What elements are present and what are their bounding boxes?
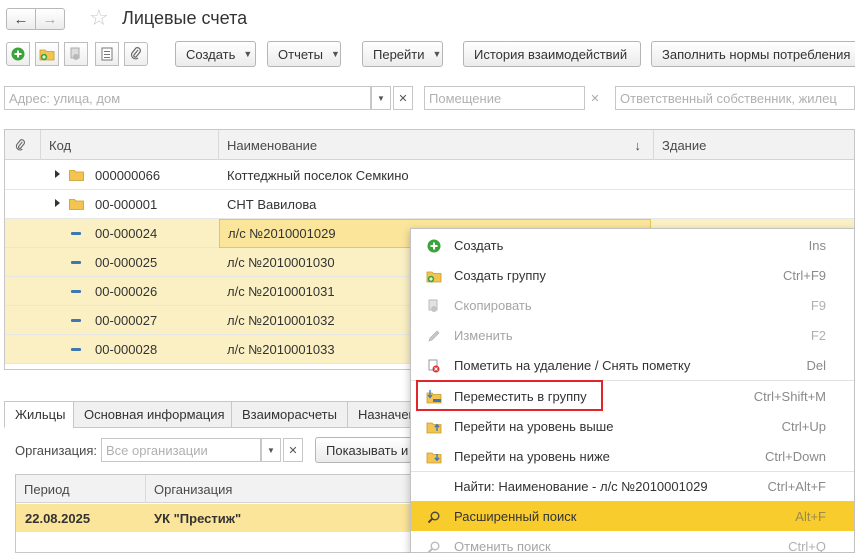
create-group-button[interactable]: [35, 42, 59, 66]
tab-main-info[interactable]: Основная информация: [73, 401, 236, 428]
row-code: 00-000025: [95, 255, 158, 270]
paperclip-icon: [130, 47, 141, 60]
menu-item-level-down[interactable]: Перейти на уровень ниже Ctrl+Down: [411, 441, 854, 471]
arrow-right-icon: →: [42, 10, 58, 28]
organization-label: Организация:: [15, 443, 98, 458]
table-header: Код Наименование ↓ Здание: [5, 130, 854, 160]
arrow-left-icon: ←: [13, 10, 29, 28]
search-icon: [426, 509, 442, 525]
menu-item-copy[interactable]: Скопировать F9: [411, 290, 854, 320]
create-menu-button[interactable]: Создать ▼: [175, 41, 256, 67]
row-period: 22.08.2025: [25, 510, 91, 526]
menu-item-cancel-search[interactable]: Отменить поиск Ctrl+Q: [411, 531, 854, 552]
pencil-icon: [426, 328, 442, 344]
row-code: 00-000001: [95, 197, 158, 212]
row-code: 00-000026: [95, 284, 158, 299]
copy-icon: [70, 47, 80, 60]
organization-clear-button[interactable]: ✕: [283, 438, 303, 462]
history-button[interactable]: История взаимодействий: [463, 41, 641, 67]
list-icon: [101, 47, 113, 61]
menu-item-create[interactable]: Создать Ins: [411, 230, 854, 260]
sort-desc-icon: ↓: [634, 137, 642, 153]
organization-filter-input[interactable]: Все организации: [101, 438, 261, 462]
account-item-icon: [71, 232, 81, 235]
menu-item-mark-delete[interactable]: Пометить на удаление / Снять пометку Del: [411, 350, 854, 380]
goto-menu-button[interactable]: Перейти ▼: [362, 41, 443, 67]
menu-item-edit[interactable]: Изменить F2: [411, 320, 854, 350]
row-code: 00-000028: [95, 342, 158, 357]
expand-arrow-icon[interactable]: [55, 199, 60, 207]
page-title: Лицевые счета: [122, 8, 248, 28]
row-code: 00-000024: [95, 226, 158, 241]
fill-norms-button[interactable]: Заполнить нормы потребления: [651, 41, 855, 67]
folder-plus-icon: [426, 268, 442, 284]
create-button[interactable]: [6, 42, 30, 66]
building-column-header[interactable]: Здание: [654, 130, 854, 160]
row-name: СНТ Вавилова: [227, 197, 317, 212]
menu-item-level-up[interactable]: Перейти на уровень выше Ctrl+Up: [411, 411, 854, 441]
folder-icon: [69, 199, 84, 210]
period-column-header[interactable]: Период: [16, 475, 146, 503]
folder-up-icon: [426, 419, 442, 435]
forward-button[interactable]: →: [35, 8, 65, 30]
row-org: УК "Престиж": [154, 510, 242, 526]
room-clear-button[interactable]: ✕: [585, 86, 605, 110]
attachment-column-header[interactable]: [5, 130, 41, 160]
caret-down-icon: ▼: [267, 445, 275, 455]
table-row[interactable]: 00-000001 СНТ Вавилова: [5, 190, 854, 219]
address-clear-button[interactable]: ✕: [393, 86, 413, 110]
list-button[interactable]: [95, 42, 119, 66]
show-button[interactable]: Показывать и: [315, 437, 425, 463]
paperclip-icon: [15, 138, 25, 150]
copy-button[interactable]: [64, 42, 88, 66]
cancel-search-icon: [426, 539, 442, 552]
plus-circle-icon: [426, 238, 442, 254]
close-icon: ✕: [288, 444, 298, 457]
caret-down-icon: ▼: [432, 49, 442, 59]
room-filter-input[interactable]: Помещение: [424, 86, 585, 110]
close-icon: ✕: [590, 92, 600, 105]
account-item-icon: [71, 348, 81, 351]
address-dropdown-button[interactable]: ▼: [371, 86, 391, 110]
row-name: л/с №2010001030: [227, 255, 335, 270]
row-name: л/с №2010001032: [227, 313, 335, 328]
attach-button[interactable]: [124, 42, 148, 66]
row-code: 000000066: [95, 168, 161, 183]
code-column-header[interactable]: Код: [41, 130, 219, 160]
menu-item-find[interactable]: Найти: Наименование - л/с №2010001029 Ct…: [411, 471, 854, 501]
copy-icon: [426, 298, 442, 314]
folder-plus-icon: [39, 49, 55, 61]
table-row[interactable]: 000000066 Коттеджный поселок Семкино: [5, 161, 854, 190]
caret-down-icon: ▼: [330, 49, 340, 59]
account-item-icon: [71, 261, 81, 264]
row-name: л/с №2010001033: [227, 342, 335, 357]
menu-item-create-group[interactable]: Создать группу Ctrl+F9: [411, 260, 854, 290]
owner-filter-input[interactable]: Ответственный собственник, жилец: [615, 86, 855, 110]
reports-menu-button[interactable]: Отчеты ▼: [267, 41, 341, 67]
address-filter-input[interactable]: Адрес: улица, дом: [4, 86, 371, 110]
account-item-icon: [71, 319, 81, 322]
back-button[interactable]: ←: [6, 8, 36, 30]
close-icon: ✕: [398, 92, 408, 105]
plus-circle-icon: [11, 47, 25, 61]
row-name: Коттеджный поселок Семкино: [227, 168, 409, 183]
row-code: 00-000027: [95, 313, 158, 328]
highlight-annotation-box: [416, 380, 603, 411]
tab-settlements[interactable]: Взаиморасчеты: [231, 401, 348, 428]
row-name: л/с №2010001031: [227, 284, 335, 299]
caret-down-icon: ▼: [377, 93, 385, 103]
name-column-header[interactable]: Наименование ↓: [219, 130, 654, 160]
caret-down-icon: ▼: [243, 49, 253, 59]
folder-icon: [69, 170, 84, 181]
favorite-star-icon[interactable]: ☆: [89, 6, 109, 30]
expand-arrow-icon[interactable]: [55, 170, 60, 178]
account-item-icon: [71, 290, 81, 293]
organization-dropdown-button[interactable]: ▼: [261, 438, 281, 462]
folder-down-icon: [426, 449, 442, 465]
tab-residents[interactable]: Жильцы: [4, 401, 77, 428]
delete-mark-icon: [426, 358, 442, 374]
menu-item-advanced-search[interactable]: Расширенный поиск Alt+F: [411, 501, 854, 531]
